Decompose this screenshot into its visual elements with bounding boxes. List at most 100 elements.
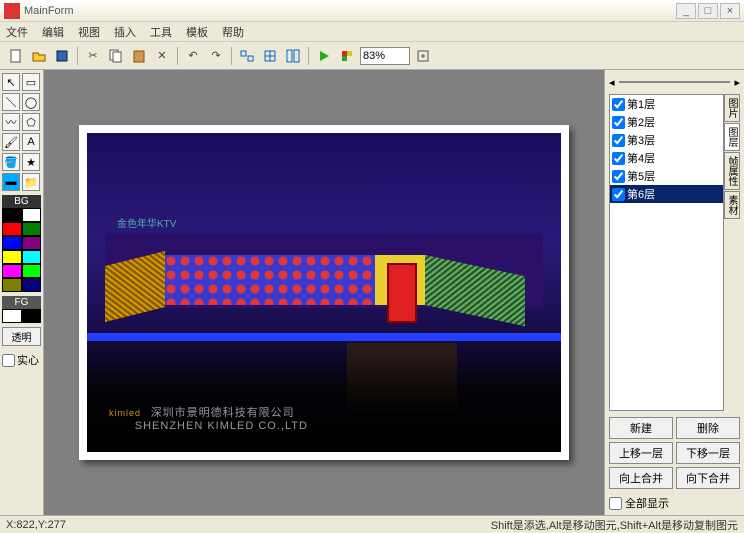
new-file-icon[interactable] [6, 46, 26, 66]
transparent-button[interactable]: 透明 [2, 327, 41, 346]
slider-right-icon[interactable]: ▸ [734, 76, 740, 89]
curve-tool-icon[interactable]: 〰 [2, 113, 20, 131]
layer-visibility-checkbox[interactable] [612, 98, 625, 111]
copy-icon[interactable] [106, 46, 126, 66]
toolbar: ✂ ✕ ↶ ↷ [0, 42, 744, 70]
title-bar: MainForm _ □ × [0, 0, 744, 22]
facade-door [387, 263, 417, 323]
color-swatch[interactable] [22, 264, 42, 278]
delete-layer-button[interactable]: 删除 [676, 417, 740, 439]
zoom-fit-icon[interactable] [413, 46, 433, 66]
align-icon[interactable] [237, 46, 257, 66]
color-swatch[interactable] [22, 250, 42, 264]
color-swatch[interactable] [2, 236, 22, 250]
folder-tool-icon[interactable]: 📁 [22, 173, 40, 191]
app-icon [4, 3, 20, 19]
layer-label: 第5层 [627, 168, 655, 184]
canvas-area[interactable]: 金色年华KTV kimled 深圳市景明德科技有限公司 SHENZHEN KIM… [44, 70, 604, 515]
solid-checkbox[interactable]: 实心 [2, 352, 41, 368]
layer-label: 第1层 [627, 96, 655, 112]
layer-item[interactable]: 第4层 [610, 149, 723, 167]
minimize-button[interactable]: _ [676, 3, 696, 19]
layout-icon[interactable] [283, 46, 303, 66]
show-all-checkbox[interactable]: 全部显示 [609, 495, 740, 511]
play-icon[interactable] [314, 46, 334, 66]
menu-insert[interactable]: 插入 [114, 24, 136, 40]
zoom-input[interactable] [360, 47, 410, 65]
maximize-button[interactable]: □ [698, 3, 718, 19]
merge-down-button[interactable]: 向下合并 [676, 467, 740, 489]
delete-icon[interactable]: ✕ [152, 46, 172, 66]
status-hint: Shift是添选,Alt是移动图元,Shift+Alt是移动复制图元 [491, 517, 738, 533]
color-swatch[interactable] [2, 250, 22, 264]
canvas-image[interactable]: 金色年华KTV kimled 深圳市景明德科技有限公司 SHENZHEN KIM… [87, 133, 561, 452]
move-down-button[interactable]: 下移一层 [676, 442, 740, 464]
color-swatch[interactable] [2, 264, 22, 278]
layer-item[interactable]: 第3层 [610, 131, 723, 149]
undo-icon[interactable]: ↶ [183, 46, 203, 66]
layer-visibility-checkbox[interactable] [612, 134, 625, 147]
menu-template[interactable]: 模板 [186, 24, 208, 40]
merge-up-button[interactable]: 向上合并 [609, 467, 673, 489]
ellipse-tool-icon[interactable]: ◯ [22, 93, 40, 111]
layer-item[interactable]: 第5层 [610, 167, 723, 185]
color-swatch[interactable] [22, 278, 42, 292]
color-swatch[interactable] [2, 278, 22, 292]
color-swatch[interactable] [22, 222, 42, 236]
status-coords: X:822,Y:277 [6, 519, 66, 531]
flag-icon[interactable] [337, 46, 357, 66]
menu-edit[interactable]: 编辑 [42, 24, 64, 40]
layer-label: 第2层 [627, 114, 655, 130]
layer-visibility-checkbox[interactable] [612, 188, 625, 201]
main-area: ↖▭ ＼◯ 〰⬠ 🖌A 🪣★ ▬📁 BG FG 透明 实心 金色年华KTV [0, 70, 744, 515]
layer-visibility-checkbox[interactable] [612, 116, 625, 129]
vertical-tab[interactable]: 素材 [724, 191, 740, 219]
layers-list[interactable]: 第1层第2层第3层第4层第5层第6层 [609, 94, 724, 411]
menu-view[interactable]: 视图 [78, 24, 100, 40]
star-tool-icon[interactable]: ★ [22, 153, 40, 171]
menu-file[interactable]: 文件 [6, 24, 28, 40]
color-swatch[interactable] [2, 208, 22, 222]
vertical-tab[interactable]: 帧属性 [724, 152, 740, 190]
rect-tool-icon[interactable]: ▭ [22, 73, 40, 91]
slider-left-icon[interactable]: ◂ [609, 76, 615, 89]
paste-icon[interactable] [129, 46, 149, 66]
status-bar: X:822,Y:277 Shift是添选,Alt是移动图元,Shift+Alt是… [0, 515, 744, 533]
rect-fill-tool-icon[interactable]: ▬ [2, 173, 20, 191]
line-tool-icon[interactable]: ＼ [2, 93, 20, 111]
show-all-input[interactable] [609, 497, 622, 510]
layer-item[interactable]: 第6层 [610, 185, 723, 203]
menu-help[interactable]: 帮助 [222, 24, 244, 40]
fill-tool-icon[interactable]: 🪣 [2, 153, 20, 171]
grid-icon[interactable] [260, 46, 280, 66]
color-swatch[interactable] [2, 222, 22, 236]
text-tool-icon[interactable]: A [22, 133, 40, 151]
close-button[interactable]: × [720, 3, 740, 19]
save-icon[interactable] [52, 46, 72, 66]
layer-item[interactable]: 第1层 [610, 95, 723, 113]
polygon-tool-icon[interactable]: ⬠ [22, 113, 40, 131]
new-layer-button[interactable]: 新建 [609, 417, 673, 439]
brush-tool-icon[interactable]: 🖌 [2, 133, 20, 151]
menu-tools[interactable]: 工具 [150, 24, 172, 40]
layer-label: 第3层 [627, 132, 655, 148]
pointer-tool-icon[interactable]: ↖ [2, 73, 20, 91]
watermark-main: 深圳市景明德科技有限公司 [151, 407, 295, 419]
color-swatch[interactable] [2, 309, 22, 323]
redo-icon[interactable]: ↷ [206, 46, 226, 66]
move-up-button[interactable]: 上移一层 [609, 442, 673, 464]
panel-slider[interactable]: ◂ ▸ [609, 74, 740, 90]
cut-icon[interactable]: ✂ [83, 46, 103, 66]
layer-item[interactable]: 第2层 [610, 113, 723, 131]
color-swatch[interactable] [22, 236, 42, 250]
reflection [347, 343, 457, 413]
vertical-tab[interactable]: 图片 [724, 94, 740, 122]
solid-checkbox-input[interactable] [2, 354, 15, 367]
layer-visibility-checkbox[interactable] [612, 170, 625, 183]
color-swatch[interactable] [22, 208, 42, 222]
layer-visibility-checkbox[interactable] [612, 152, 625, 165]
open-file-icon[interactable] [29, 46, 49, 66]
layer-label: 第4层 [627, 150, 655, 166]
color-swatch[interactable] [22, 309, 42, 323]
vertical-tab[interactable]: 图层 [724, 123, 740, 151]
